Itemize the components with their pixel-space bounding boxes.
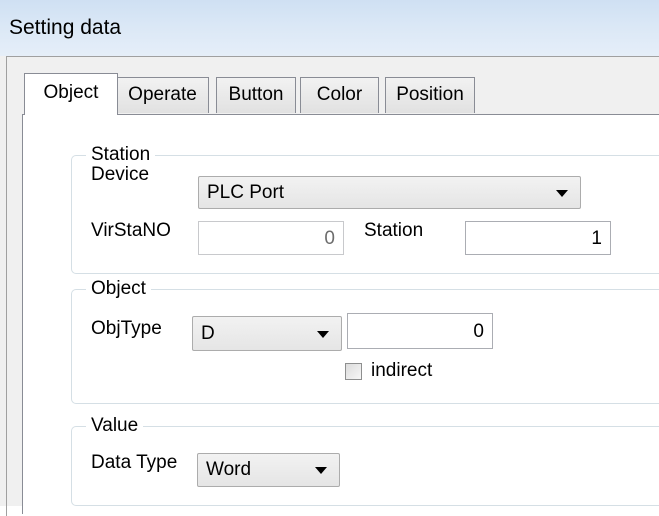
device-select[interactable]: PLC Port xyxy=(198,176,581,209)
chevron-down-icon xyxy=(556,189,568,197)
chevron-down-icon xyxy=(317,330,329,338)
tab-color[interactable]: Color xyxy=(300,77,379,113)
chevron-down-icon xyxy=(315,467,327,474)
tab-position[interactable]: Position xyxy=(385,77,475,113)
address-field[interactable]: 0 xyxy=(347,313,493,349)
window-title: Setting data xyxy=(9,16,122,39)
station-label: Station xyxy=(364,220,424,241)
station-field[interactable]: 1 xyxy=(465,221,611,255)
virstano-field[interactable]: 0 xyxy=(198,221,344,255)
tab-operate[interactable]: Operate xyxy=(116,77,209,113)
value-group-label: Value xyxy=(86,415,144,437)
indirect-checkbox[interactable] xyxy=(345,363,362,380)
indirect-label: indirect xyxy=(371,360,433,381)
datatype-select[interactable]: Word xyxy=(197,453,340,487)
station-group-label: Station xyxy=(86,144,156,166)
datatype-label: Data Type xyxy=(91,452,178,473)
tab-button[interactable]: Button xyxy=(216,77,296,113)
device-select-value: PLC Port xyxy=(207,181,285,203)
objtype-label: ObjType xyxy=(91,318,162,339)
virstano-label: VirStaNO xyxy=(91,220,171,241)
station-group: Station xyxy=(71,144,659,274)
datatype-select-value: Word xyxy=(206,459,252,480)
objtype-select-value: D xyxy=(201,322,215,344)
tab-object[interactable]: Object xyxy=(24,73,118,115)
device-label: Device xyxy=(91,164,150,185)
object-group-label: Object xyxy=(86,278,151,300)
objtype-select[interactable]: D xyxy=(192,316,342,351)
title-bar: Setting data xyxy=(0,0,659,60)
tab-panel-object: Station Device PLC Port VirStaNO 0 Stati… xyxy=(22,114,659,514)
